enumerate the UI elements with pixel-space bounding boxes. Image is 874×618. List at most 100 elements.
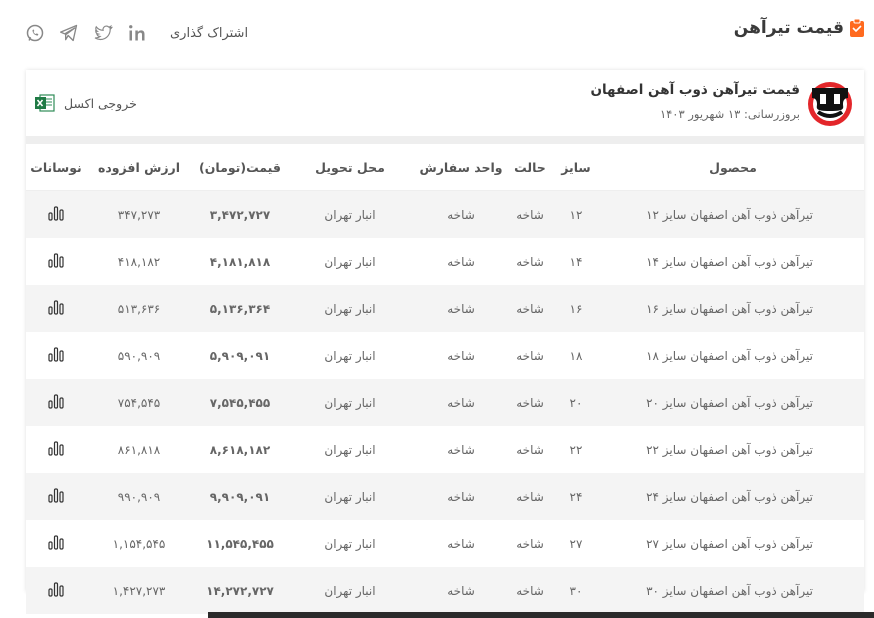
- cell-size: ۳۰: [550, 567, 602, 614]
- bar-chart-icon[interactable]: [47, 534, 65, 550]
- cell-state: شاخه: [510, 190, 550, 238]
- cell-product[interactable]: تیرآهن ذوب آهن اصفهان سایز ۲۲: [602, 426, 864, 473]
- cell-state: شاخه: [510, 567, 550, 614]
- bar-chart-icon[interactable]: [47, 581, 65, 597]
- card-header: قیمت تیرآهن ذوب آهن اصفهان بروزرسانی: ۱۳…: [26, 70, 864, 144]
- cell-delivery: انبار تهران: [288, 285, 412, 332]
- whatsapp-icon[interactable]: [24, 22, 46, 44]
- cell-product[interactable]: تیرآهن ذوب آهن اصفهان سایز ۱۶: [602, 285, 864, 332]
- cell-product[interactable]: تیرآهن ذوب آهن اصفهان سایز ۲۴: [602, 473, 864, 520]
- cell-state: شاخه: [510, 285, 550, 332]
- cell-delivery: انبار تهران: [288, 567, 412, 614]
- cell-size: ۲۰: [550, 379, 602, 426]
- bar-chart-icon[interactable]: [47, 252, 65, 268]
- share-bar: اشتراک گذاری: [24, 22, 248, 44]
- cell-chart: [26, 190, 86, 238]
- updated-date: بروزرسانی: ۱۳ شهریور ۱۴۰۳: [659, 107, 800, 121]
- cell-state: شاخه: [510, 473, 550, 520]
- cell-product[interactable]: تیرآهن ذوب آهن اصفهان سایز ۱۴: [602, 238, 864, 285]
- cell-state: شاخه: [510, 426, 550, 473]
- cell-chart: [26, 473, 86, 520]
- cell-vat: ۳۴۷,۲۷۳: [86, 190, 192, 238]
- cell-delivery: انبار تهران: [288, 473, 412, 520]
- twitter-icon[interactable]: [92, 22, 114, 44]
- cell-price: ۵,۱۳۶,۳۶۴: [192, 285, 288, 332]
- esfahan-steel-logo-icon: [808, 82, 852, 126]
- cell-unit: شاخه: [412, 285, 510, 332]
- cell-vat: ۴۱۸,۱۸۲: [86, 238, 192, 285]
- table-row: تیرآهن ذوب آهن اصفهان سایز ۳۰ ۳۰ شاخه شا…: [26, 567, 864, 614]
- table-row: تیرآهن ذوب آهن اصفهان سایز ۲۲ ۲۲ شاخه شا…: [26, 426, 864, 473]
- col-header-state: حالت: [510, 144, 550, 191]
- excel-export-button[interactable]: خروجی اکسل: [34, 92, 137, 114]
- share-label: اشتراک گذاری: [170, 25, 249, 41]
- clipboard-icon: [850, 19, 864, 37]
- top-bar: قیمت تیرآهن اشتراک گذاری: [0, 0, 874, 66]
- price-card: قیمت تیرآهن ذوب آهن اصفهان بروزرسانی: ۱۳…: [26, 70, 864, 614]
- col-header-delivery: محل تحویل: [288, 144, 412, 191]
- cell-unit: شاخه: [412, 238, 510, 285]
- table-row: تیرآهن ذوب آهن اصفهان سایز ۱۸ ۱۸ شاخه شا…: [26, 332, 864, 379]
- cell-state: شاخه: [510, 238, 550, 285]
- col-header-vat: ارزش افزوده: [86, 144, 192, 191]
- cell-size: ۲۷: [550, 520, 602, 567]
- col-header-product: محصول: [602, 144, 864, 191]
- brand-info: قیمت تیرآهن ذوب آهن اصفهان بروزرسانی: ۱۳…: [590, 82, 800, 121]
- cell-delivery: انبار تهران: [288, 520, 412, 567]
- cell-vat: ۷۵۴,۵۴۵: [86, 379, 192, 426]
- cell-vat: ۱,۱۵۴,۵۴۵: [86, 520, 192, 567]
- cell-delivery: انبار تهران: [288, 426, 412, 473]
- bar-chart-icon[interactable]: [47, 440, 65, 456]
- cell-price: ۷,۵۴۵,۴۵۵: [192, 379, 288, 426]
- cell-vat: ۸۶۱,۸۱۸: [86, 426, 192, 473]
- cell-product[interactable]: تیرآهن ذوب آهن اصفهان سایز ۲۷: [602, 520, 864, 567]
- cell-price: ۳,۴۷۲,۷۲۷: [192, 190, 288, 238]
- cell-vat: ۵۹۰,۹۰۹: [86, 332, 192, 379]
- bar-chart-icon[interactable]: [47, 487, 65, 503]
- bar-chart-icon[interactable]: [47, 393, 65, 409]
- page-title: قیمت تیرآهن: [734, 18, 864, 38]
- cell-vat: ۵۱۳,۶۳۶: [86, 285, 192, 332]
- cell-chart: [26, 567, 86, 614]
- cell-price: ۹,۹۰۹,۰۹۱: [192, 473, 288, 520]
- cell-size: ۱۲: [550, 190, 602, 238]
- cell-unit: شاخه: [412, 379, 510, 426]
- col-header-price: قیمت(تومان): [192, 144, 288, 191]
- cell-unit: شاخه: [412, 567, 510, 614]
- cell-product[interactable]: تیرآهن ذوب آهن اصفهان سایز ۲۰: [602, 379, 864, 426]
- bar-chart-icon[interactable]: [47, 346, 65, 362]
- telegram-icon[interactable]: [58, 22, 80, 44]
- linkedin-icon[interactable]: [126, 22, 148, 44]
- table-row: تیرآهن ذوب آهن اصفهان سایز ۱۲ ۱۲ شاخه شا…: [26, 190, 864, 238]
- bar-chart-icon[interactable]: [47, 205, 65, 221]
- table-row: تیرآهن ذوب آهن اصفهان سایز ۲۴ ۲۴ شاخه شا…: [26, 473, 864, 520]
- table-row: تیرآهن ذوب آهن اصفهان سایز ۲۷ ۲۷ شاخه شا…: [26, 520, 864, 567]
- table-row: تیرآهن ذوب آهن اصفهان سایز ۲۰ ۲۰ شاخه شا…: [26, 379, 864, 426]
- cell-price: ۱۴,۲۷۲,۷۲۷: [192, 567, 288, 614]
- cell-size: ۲۲: [550, 426, 602, 473]
- cell-price: ۵,۹۰۹,۰۹۱: [192, 332, 288, 379]
- cell-chart: [26, 332, 86, 379]
- cell-chart: [26, 285, 86, 332]
- cell-size: ۱۸: [550, 332, 602, 379]
- cell-chart: [26, 520, 86, 567]
- cell-chart: [26, 426, 86, 473]
- cell-product[interactable]: تیرآهن ذوب آهن اصفهان سایز ۱۲: [602, 190, 864, 238]
- bar-chart-icon[interactable]: [47, 299, 65, 315]
- cell-state: شاخه: [510, 520, 550, 567]
- cell-delivery: انبار تهران: [288, 379, 412, 426]
- cell-price: ۴,۱۸۱,۸۱۸: [192, 238, 288, 285]
- cell-vat: ۱,۴۲۷,۲۷۳: [86, 567, 192, 614]
- excel-export-label: خروجی اکسل: [64, 95, 137, 111]
- cell-size: ۲۴: [550, 473, 602, 520]
- cell-price: ۸,۶۱۸,۱۸۲: [192, 426, 288, 473]
- table-header-row: محصول سایز حالت واحد سفارش محل تحویل قیم…: [26, 144, 864, 191]
- col-header-fluctuations: نوسانات: [26, 144, 86, 191]
- cell-product[interactable]: تیرآهن ذوب آهن اصفهان سایز ۱۸: [602, 332, 864, 379]
- page-title-text: قیمت تیرآهن: [733, 18, 844, 38]
- cell-delivery: انبار تهران: [288, 190, 412, 238]
- table-body: تیرآهن ذوب آهن اصفهان سایز ۱۲ ۱۲ شاخه شا…: [26, 190, 864, 614]
- cell-unit: شاخه: [412, 190, 510, 238]
- cell-price: ۱۱,۵۴۵,۴۵۵: [192, 520, 288, 567]
- cell-product[interactable]: تیرآهن ذوب آهن اصفهان سایز ۳۰: [602, 567, 864, 614]
